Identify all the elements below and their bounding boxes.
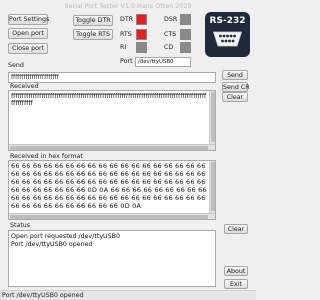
dtr-indicator <box>136 14 147 25</box>
dtr-label: DTR <box>120 16 134 23</box>
open-port-button[interactable]: Open port <box>8 28 48 39</box>
cts-indicator <box>180 29 191 40</box>
port-label: Port <box>120 58 133 65</box>
send-label: Send <box>8 62 24 69</box>
cd-label: CD <box>164 44 174 51</box>
ri-indicator <box>136 42 147 53</box>
rts-label: RTS <box>120 31 132 38</box>
logo-text: RS-232 <box>209 16 246 26</box>
db9-connector-icon <box>212 31 243 47</box>
status-line: Port /dev/ttyUSB0 opened <box>11 241 93 248</box>
ri-label: RI <box>120 44 127 51</box>
send-button[interactable]: Send <box>222 70 248 80</box>
window-title: Serial Port Tester V1.0 Hans Otten 2020 <box>64 2 192 10</box>
status-log[interactable]: Open port requested /dev/ttyUSB0 Port /d… <box>8 230 216 287</box>
received-vscrollbar[interactable] <box>209 91 215 144</box>
rts-indicator <box>136 29 147 40</box>
status-bar: Port /dev/ttyUSB0 opened <box>0 290 256 300</box>
received-hscrollbar[interactable] <box>9 144 215 150</box>
status-label: Status <box>10 222 31 229</box>
received-hex-textarea[interactable]: 66 66 66 66 66 66 66 66 66 66 66 66 66 6… <box>8 160 216 220</box>
toggle-dtr-button[interactable]: Toggle DTR <box>73 15 113 26</box>
clear-status-button[interactable]: Clear <box>224 224 248 234</box>
port-field[interactable]: /dev/ttyUSB0 <box>135 57 191 67</box>
hex-vscroll-thumb[interactable] <box>211 162 215 211</box>
close-port-button[interactable]: Close port <box>8 43 48 54</box>
toggle-rts-button[interactable]: Toggle RTS <box>73 29 113 40</box>
port-settings-button[interactable]: Port Settings <box>8 14 49 25</box>
received-hex-text: 66 66 66 66 66 66 66 66 66 66 66 66 66 6… <box>11 162 210 210</box>
rs232-logo: RS-232 <box>205 12 250 57</box>
status-line: Open port requested /dev/ttyUSB0 <box>11 233 120 240</box>
hex-hscroll-thumb[interactable] <box>10 215 208 219</box>
send-cr-button[interactable]: Send CR <box>222 82 250 92</box>
cd-indicator <box>180 42 191 53</box>
cts-label: CTS <box>164 31 177 38</box>
dsr-indicator <box>180 14 191 25</box>
status-bar-text: Port /dev/ttyUSB0 opened <box>2 292 84 299</box>
received-vscroll-thumb[interactable] <box>211 92 215 142</box>
exit-button[interactable]: Exit <box>224 279 248 289</box>
about-button[interactable]: About <box>224 266 248 276</box>
clear-received-button[interactable]: Clear <box>222 92 248 102</box>
dsr-label: DSR <box>164 16 178 23</box>
received-hscroll-thumb[interactable] <box>10 146 208 150</box>
hex-hscrollbar[interactable] <box>9 213 215 219</box>
send-input[interactable]: fffffffffffffffffffffff <box>8 72 216 83</box>
received-text: ffffffffffffffffffffffffffffffffffffffff… <box>11 93 207 107</box>
received-textarea[interactable]: ffffffffffffffffffffffffffffffffffffffff… <box>8 90 216 151</box>
hex-vscrollbar[interactable] <box>209 161 215 213</box>
